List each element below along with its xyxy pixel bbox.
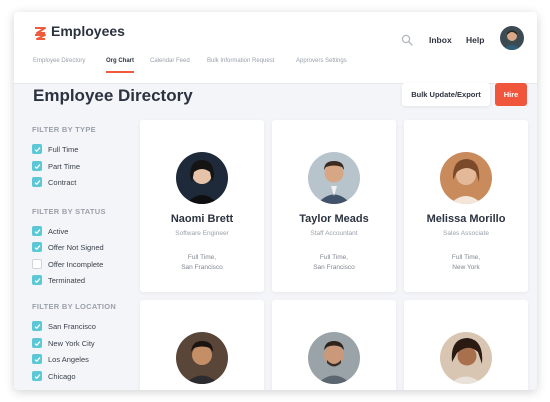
employee-role: Staff Accountant (310, 230, 358, 237)
filter-option-label: Los Angeles (48, 354, 89, 364)
tab-org-chart[interactable]: Org Chart (106, 54, 135, 76)
employee-photo (176, 332, 228, 384)
filter-option-los-angeles[interactable]: Los Angeles (32, 353, 89, 365)
top-navigation: Employees Inbox Help Employee Directory … (14, 12, 537, 84)
employee-card[interactable] (272, 300, 396, 390)
employee-photo (176, 152, 228, 204)
filter-option-label: Offer Incomplete (48, 259, 104, 269)
user-avatar[interactable] (500, 26, 524, 50)
filter-location-heading: FILTER BY LOCATION (32, 302, 117, 311)
checkbox-checked[interactable] (32, 371, 42, 381)
employee-card[interactable] (404, 300, 528, 390)
employee-card[interactable]: Taylor Meads Staff Accountant Full Time,… (272, 120, 396, 292)
filter-option-san-francisco[interactable]: San Francisco (32, 320, 96, 332)
help-link[interactable]: Help (466, 35, 484, 45)
employee-name: Taylor Meads (299, 213, 369, 225)
employee-location: San Francisco (181, 264, 223, 271)
filter-option-contract[interactable]: Contract (32, 176, 76, 188)
checkbox-checked[interactable] (32, 242, 42, 252)
checkbox-checked[interactable] (32, 321, 42, 331)
employee-type: Full Time, (187, 254, 217, 261)
filter-option-label: Contract (48, 177, 77, 187)
employee-photo (440, 332, 492, 384)
tab-employee-directory[interactable]: Employee Directory (33, 54, 85, 76)
filter-option-label: New York City (48, 338, 95, 348)
filter-option-label: Full Time (48, 144, 79, 154)
tab-bulk-information-request[interactable]: Bulk Information Request (207, 54, 274, 76)
employee-card[interactable]: Melissa Morillo Sales Associate Full Tim… (404, 120, 528, 292)
employee-photo (308, 332, 360, 384)
filter-option-label: Active (48, 226, 69, 236)
checkbox-checked[interactable] (32, 144, 42, 154)
checkbox-checked[interactable] (32, 354, 42, 364)
checkbox-checked[interactable] (32, 177, 42, 187)
app-title: Employees (51, 23, 125, 39)
employee-card[interactable] (140, 300, 264, 390)
employee-role: Software Engineer (175, 230, 229, 237)
filter-option-terminated[interactable]: Terminated (32, 274, 85, 286)
checkbox-checked[interactable] (32, 338, 42, 348)
employee-location: San Francisco (313, 264, 355, 271)
filter-option-offer-not-signed[interactable]: Offer Not Signed (32, 241, 104, 253)
filter-option-active[interactable]: Active (32, 225, 68, 237)
employee-card[interactable]: Naomi Brett Software Engineer Full Time,… (140, 120, 264, 292)
employee-type: Full Time, (451, 254, 481, 261)
filter-option-label: Offer Not Signed (48, 242, 104, 252)
filter-option-label: Part Time (48, 161, 81, 171)
checkbox-unchecked[interactable] (32, 259, 42, 269)
filter-option-part-time[interactable]: Part Time (32, 160, 80, 172)
filter-option-chicago[interactable]: Chicago (32, 370, 76, 382)
filter-type-heading: FILTER BY TYPE (32, 125, 96, 134)
logo-icon (35, 27, 46, 40)
filter-option-offer-incomplete[interactable]: Offer Incomplete (32, 258, 103, 270)
filter-status-heading: FILTER BY STATUS (32, 207, 106, 216)
employee-name: Melissa Morillo (426, 213, 506, 225)
employee-location: New York (452, 264, 480, 271)
page-title: Employee Directory (33, 86, 193, 105)
tab-bar: Employee Directory Org Chart Calendar Fe… (14, 54, 537, 76)
employee-name: Naomi Brett (170, 213, 234, 225)
filter-option-label: Terminated (48, 275, 86, 285)
hire-button[interactable]: Hire (495, 83, 527, 106)
tab-approvers-settings[interactable]: Approvers Settings (296, 54, 347, 76)
employee-photo (308, 152, 360, 204)
checkbox-checked[interactable] (32, 226, 42, 236)
filter-option-label: San Francisco (48, 321, 96, 331)
employee-type: Full Time, (319, 254, 349, 261)
employee-role: Sales Associate (443, 230, 489, 237)
filter-option-new-york-city[interactable]: New York City (32, 337, 95, 349)
checkbox-checked[interactable] (32, 161, 42, 171)
employee-photo (440, 152, 492, 204)
filter-option-full-time[interactable]: Full Time (32, 143, 78, 155)
app-window: Employees Inbox Help Employee Directory … (14, 12, 537, 390)
bulk-update-export-button[interactable]: Bulk Update/Export (402, 83, 490, 106)
search-icon[interactable] (401, 34, 413, 46)
checkbox-checked[interactable] (32, 275, 42, 285)
filter-option-label: Chicago (48, 371, 76, 381)
tab-calendar-feed[interactable]: Calendar Feed (150, 54, 190, 76)
inbox-link[interactable]: Inbox (429, 35, 452, 45)
